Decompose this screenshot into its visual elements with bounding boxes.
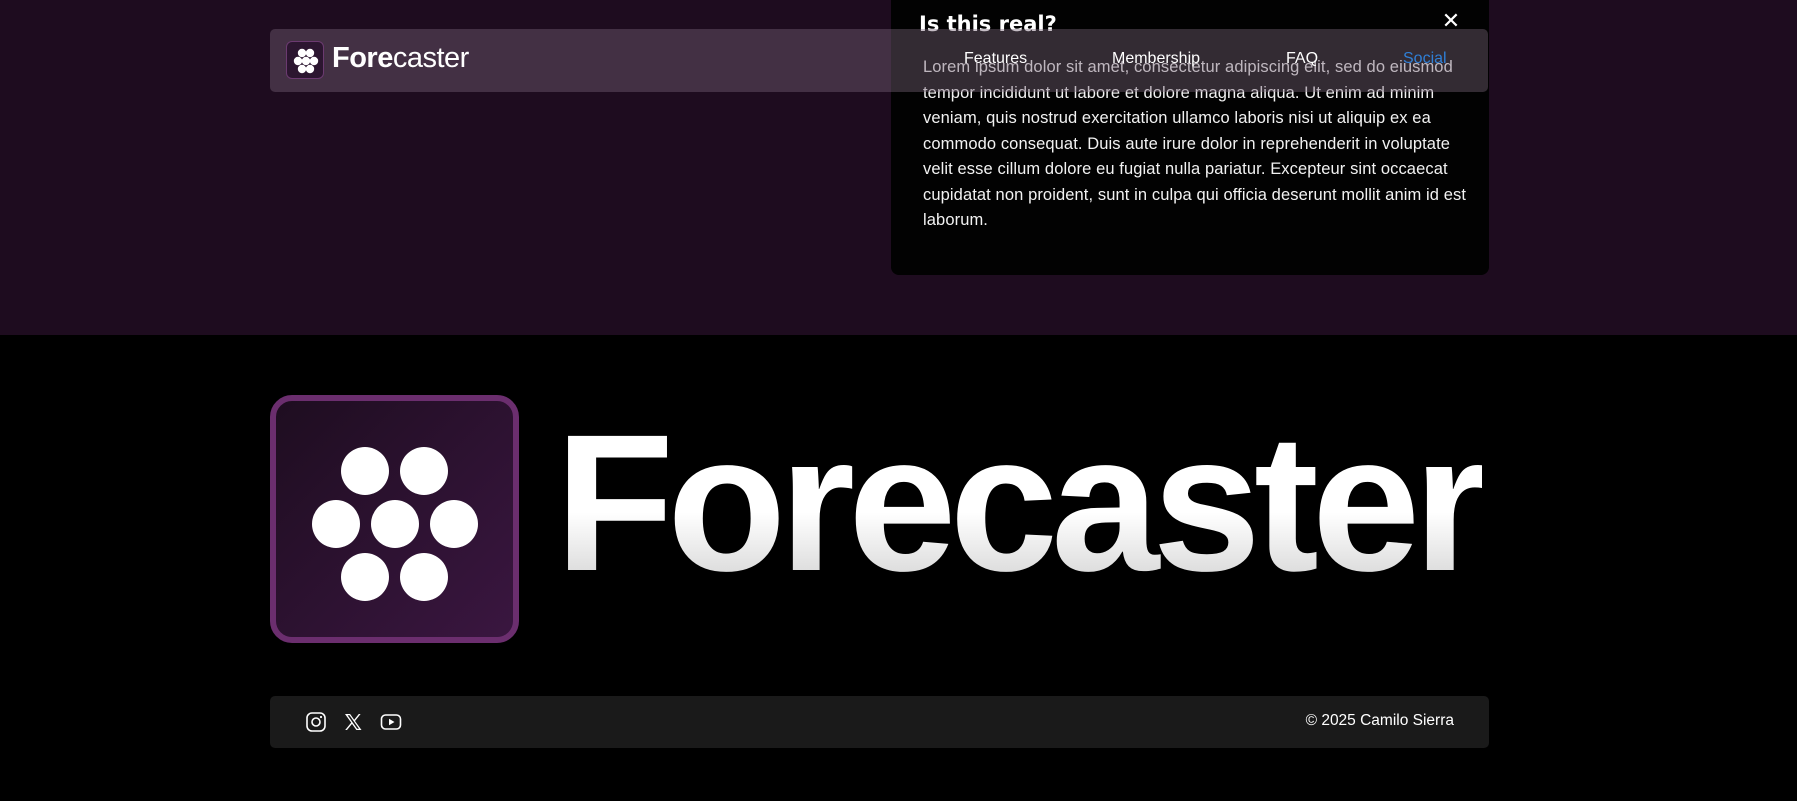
footer-bar: © 2025 Camilo Sierra [270, 696, 1489, 748]
nav-link-social[interactable]: Social [1403, 50, 1447, 68]
nav-brand[interactable]: Forecaster [332, 42, 469, 75]
youtube-icon[interactable] [380, 711, 402, 733]
dots-logo-icon[interactable] [286, 41, 324, 79]
copyright: © 2025 Camilo Sierra [1305, 712, 1454, 729]
nav-brand-bold: Fore [332, 42, 393, 74]
nav-link-features[interactable]: Features [964, 50, 1027, 68]
instagram-icon[interactable] [305, 711, 327, 733]
hero-logo [270, 395, 519, 643]
dots-logo-icon [312, 447, 478, 601]
hero-brand: Forecaster [555, 394, 1489, 612]
nav-link-membership[interactable]: Membership [1112, 50, 1200, 68]
x-icon[interactable] [342, 711, 364, 733]
nav-link-faq[interactable]: FAQ [1286, 50, 1318, 68]
nav-brand-light: caster [392, 42, 469, 74]
navbar: Forecaster Features Membership FAQ Socia… [270, 29, 1488, 92]
